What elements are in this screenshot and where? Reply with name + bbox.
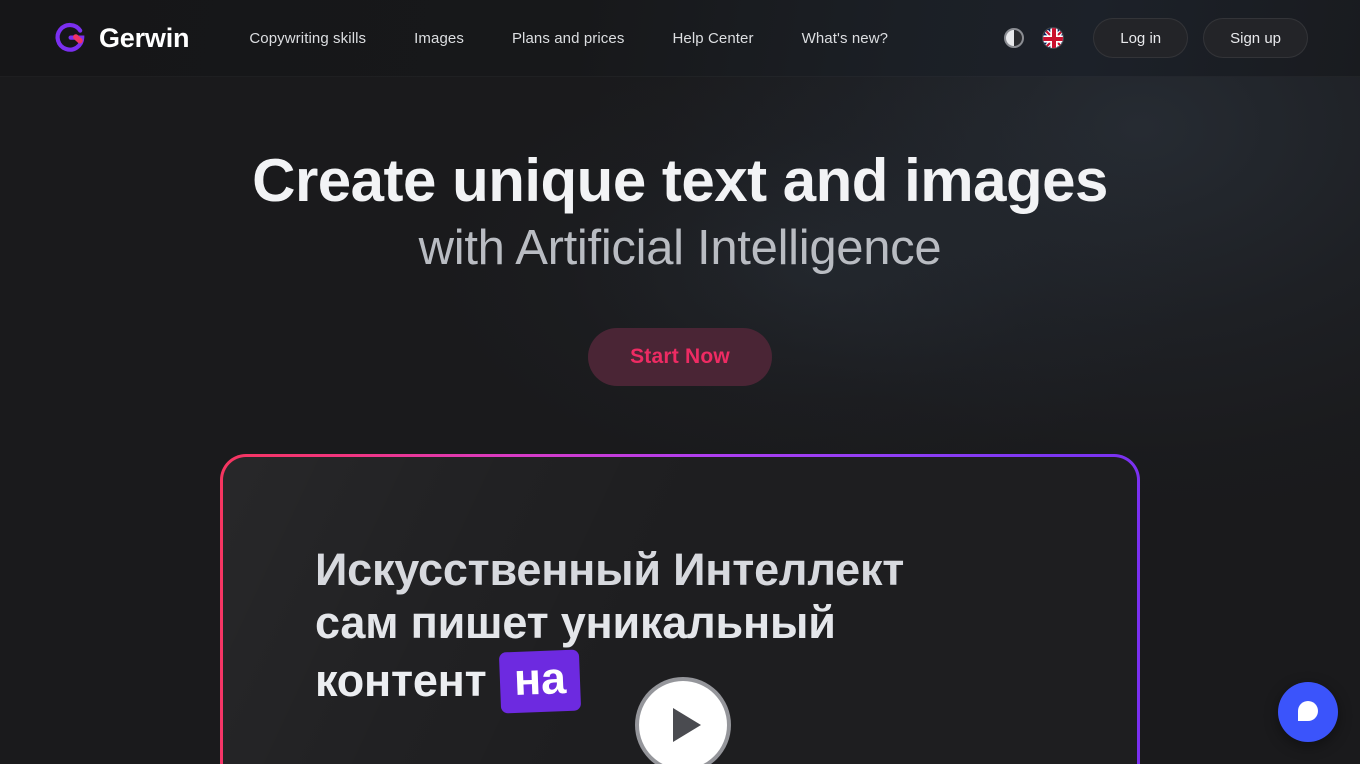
language-selector-button[interactable] (1038, 23, 1068, 53)
video-card[interactable]: Искусственный Интеллект сам пишет уникал… (220, 453, 1140, 764)
video-play-button[interactable] (635, 676, 731, 764)
signup-button[interactable]: Sign up (1203, 18, 1308, 58)
nav-item-whats-new[interactable]: What's new? (778, 22, 913, 55)
site-header: Gerwin Copywriting skills Images Plans a… (0, 0, 1360, 77)
nav-item-plans-and-prices[interactable]: Plans and prices (488, 22, 649, 55)
nav-item-copywriting-skills[interactable]: Copywriting skills (225, 22, 390, 55)
theme-toggle-button[interactable] (999, 23, 1029, 53)
video-caption-line-2: сам пишет уникальный (315, 596, 836, 648)
video-card-inner: Искусственный Интеллект сам пишет уникал… (223, 456, 1137, 764)
brand-name: Gerwin (99, 22, 190, 53)
brand-logo-link[interactable]: Gerwin (52, 20, 190, 56)
contrast-half-circle-icon (1004, 28, 1025, 48)
video-caption-line-1: Искусственный Интеллект (315, 543, 905, 595)
page-title: Create unique text and images (252, 147, 1108, 214)
start-now-button[interactable]: Start Now (588, 327, 772, 386)
main-navigation: Copywriting skills Images Plans and pric… (225, 22, 912, 55)
login-button[interactable]: Log in (1093, 18, 1189, 58)
chat-bubble-icon (1295, 698, 1321, 727)
header-actions: Log in Sign up (999, 18, 1308, 58)
hero-section: Create unique text and images with Artif… (0, 77, 1360, 386)
page-subtitle: with Artificial Intelligence (418, 221, 942, 276)
video-caption-highlight-chip: на (499, 649, 582, 714)
uk-flag-icon (1042, 27, 1065, 49)
nav-item-help-center[interactable]: Help Center (648, 22, 777, 55)
nav-item-images[interactable]: Images (390, 22, 488, 55)
play-triangle-icon (673, 707, 701, 742)
gerwin-g-logo-icon (52, 20, 88, 56)
video-caption: Искусственный Интеллект сам пишет уникал… (315, 543, 905, 714)
video-caption-line-3-text: контент (315, 654, 487, 706)
cta-container: Start Now (0, 327, 1360, 386)
video-caption-line-3: контент на (315, 649, 904, 714)
chat-widget-button[interactable] (1278, 682, 1338, 742)
page-root: Gerwin Copywriting skills Images Plans a… (0, 0, 1360, 764)
